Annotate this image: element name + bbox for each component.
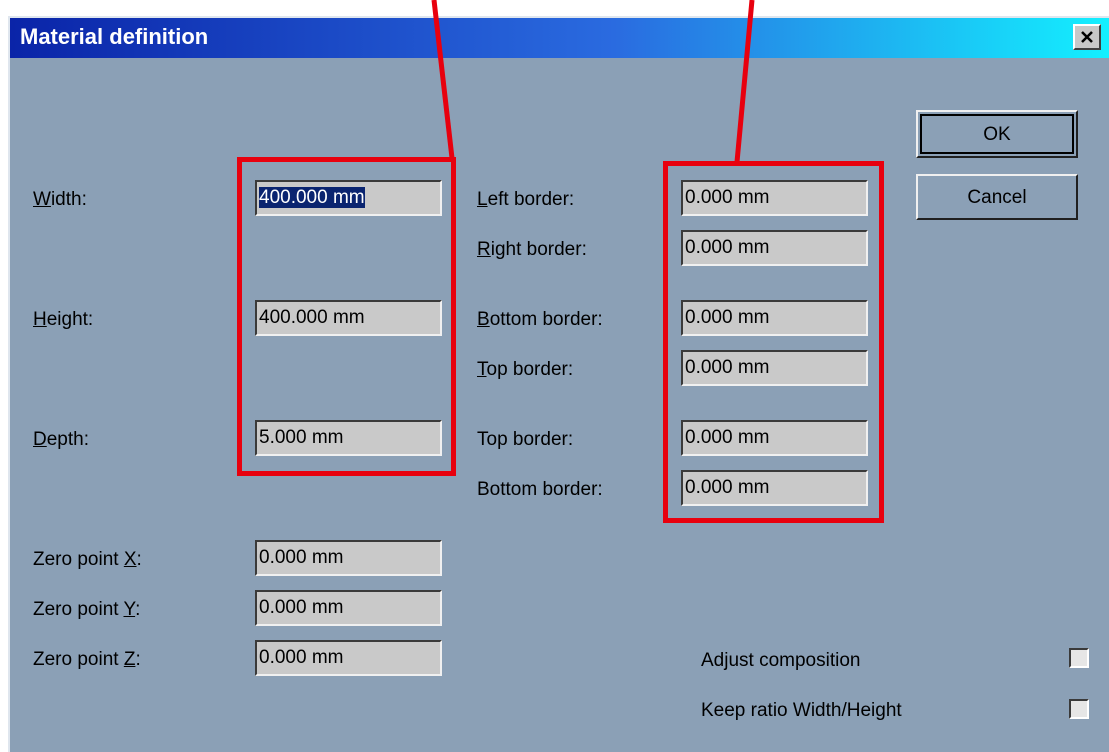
pointer-line-dimensions [431, 0, 455, 159]
pointer-line-borders [734, 0, 755, 163]
annotation-lines [431, 0, 755, 163]
